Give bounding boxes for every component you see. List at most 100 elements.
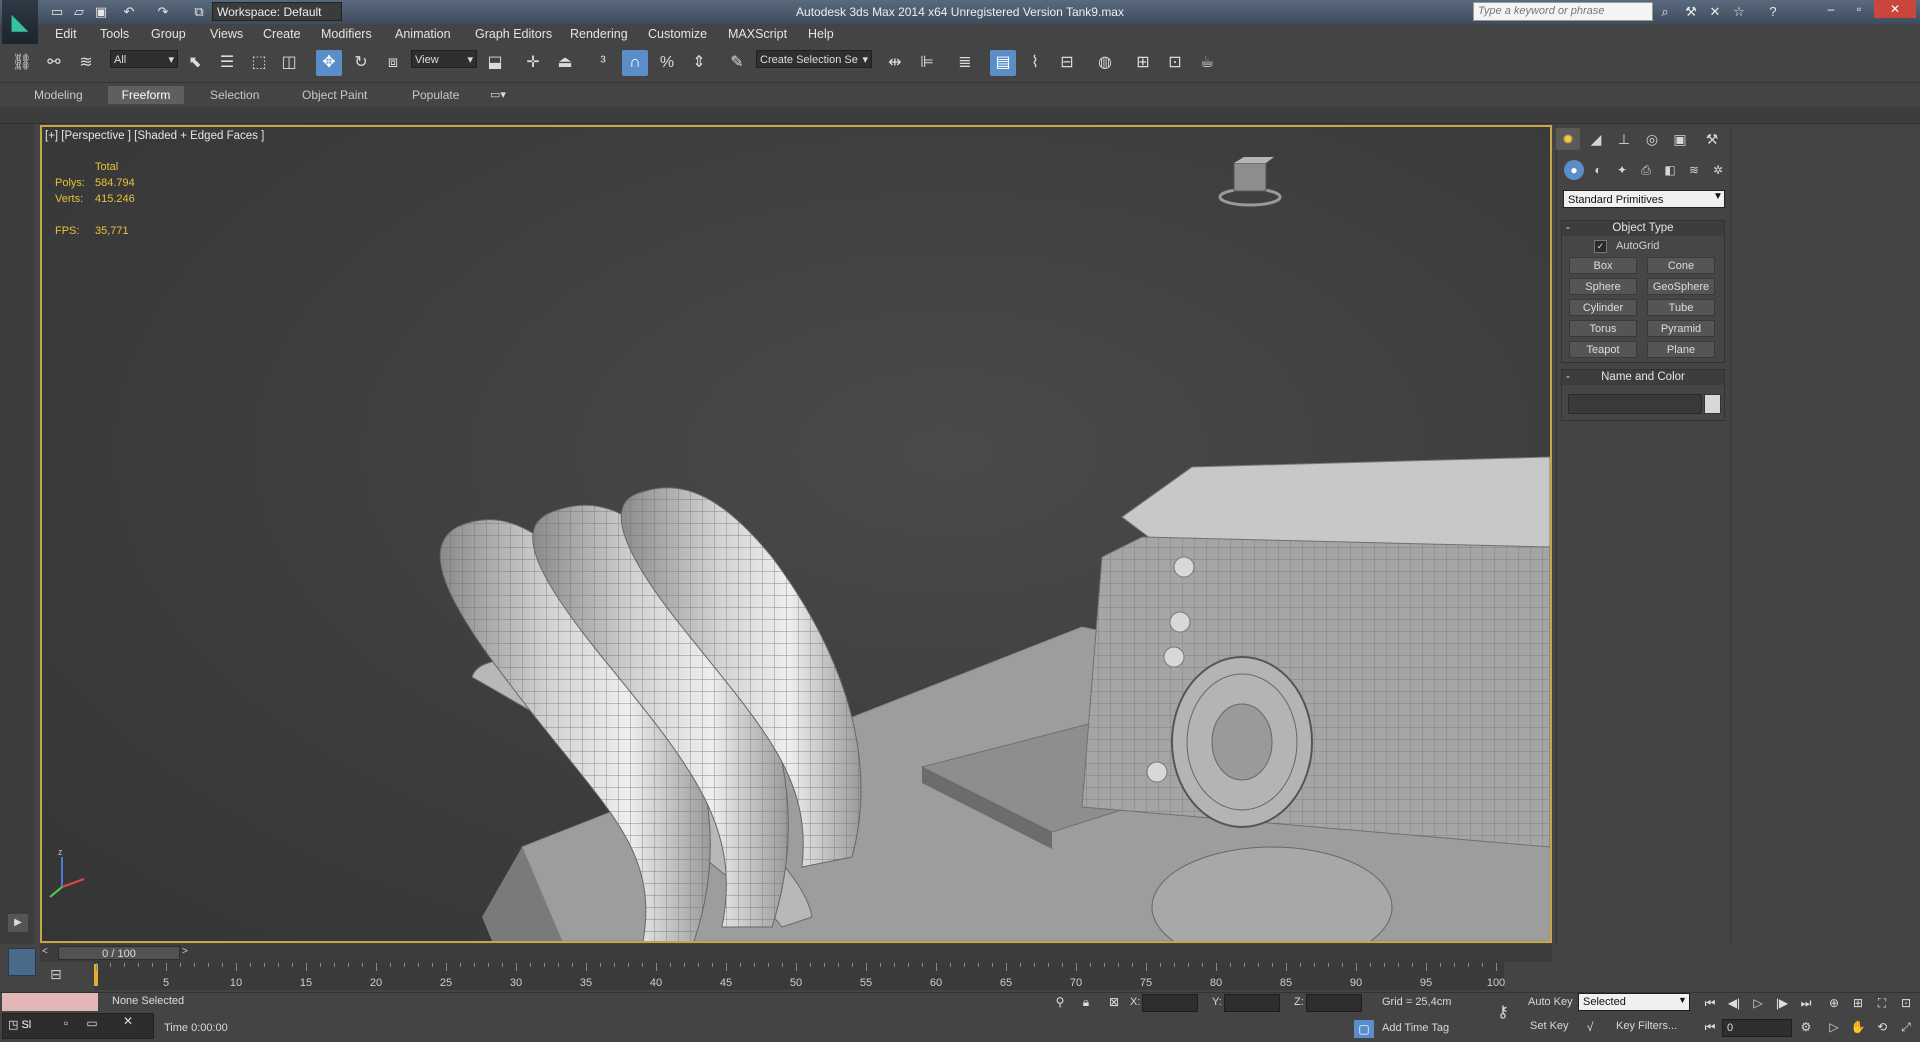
menu-tools[interactable]: Tools (100, 24, 129, 44)
time-slider-thumb[interactable]: 0 / 100 (58, 946, 180, 960)
pivot-center-icon[interactable]: ⬓ (482, 50, 508, 76)
mirror-icon[interactable]: ⇹ (882, 50, 908, 76)
pyramid-button[interactable]: Pyramid (1647, 320, 1715, 337)
favorites-star-icon[interactable]: ☆ (1730, 3, 1748, 21)
tab-populate[interactable]: Populate (404, 86, 467, 104)
key-mode-dropdown[interactable]: Selected (1578, 993, 1690, 1011)
display-tab-icon[interactable]: ▣ (1668, 128, 1692, 150)
material-editor-icon[interactable]: ◍ (1092, 50, 1118, 76)
maxscript-listener-pink[interactable] (2, 993, 98, 1011)
render-production-icon[interactable]: ☕ (1194, 50, 1220, 76)
help-icon[interactable]: ? (1764, 3, 1782, 21)
sphere-button[interactable]: Sphere (1569, 278, 1637, 295)
go-to-start-icon[interactable]: ⏮ (1700, 994, 1720, 1012)
expand-layout-icon[interactable]: ▶ (8, 914, 28, 932)
box-button[interactable]: Box (1569, 257, 1637, 274)
motion-tab-icon[interactable]: ◎ (1640, 128, 1664, 150)
keyboard-shortcut-override-icon[interactable]: ⏏ (552, 50, 578, 76)
time-tag-icon[interactable]: ▢ (1354, 1020, 1374, 1038)
close-button[interactable]: ✕ (1874, 0, 1916, 18)
torus-button[interactable]: Torus (1569, 320, 1637, 337)
field-of-view-icon[interactable]: ▷ (1824, 1018, 1844, 1036)
next-frame-button-icon[interactable]: |▶ (1772, 994, 1792, 1012)
object-name-input[interactable] (1568, 394, 1702, 414)
select-and-rotate-icon[interactable]: ↻ (348, 50, 374, 76)
cameras-icon[interactable]: ⎙ (1636, 160, 1656, 180)
select-and-link-icon[interactable]: ⛓ (9, 50, 35, 76)
maximize-viewport-icon[interactable]: ⤢ (1896, 1018, 1916, 1036)
time-slider-track[interactable] (40, 944, 1552, 962)
shapes-icon[interactable]: ◐ (1588, 160, 1608, 180)
isolate-icon[interactable]: ⚲ (1050, 993, 1070, 1011)
script-listener-tab[interactable]: ◳ Sl (8, 1018, 31, 1031)
tab-freeform[interactable]: Freeform (108, 86, 184, 104)
subscription-icon[interactable]: ⚒ (1682, 3, 1700, 21)
y-coordinate-field[interactable] (1224, 994, 1280, 1012)
add-time-tag[interactable]: Add Time Tag (1382, 1022, 1449, 1034)
named-selection-dropdown[interactable]: Create Selection Se (756, 50, 872, 69)
pan-view-icon[interactable]: ✋ (1848, 1018, 1868, 1036)
search-input[interactable]: Type a keyword or phrase (1473, 2, 1653, 21)
systems-icon[interactable]: ✲ (1708, 160, 1728, 180)
absolute-mode-icon[interactable]: ⊠ (1104, 993, 1124, 1011)
geometry-icon[interactable]: ● (1564, 160, 1584, 180)
previous-frame-icon[interactable]: ◀| (1724, 994, 1744, 1012)
layer-explorer-icon[interactable]: ≣ (952, 50, 978, 76)
prev-frame-icon[interactable]: < (42, 946, 48, 957)
menu-help[interactable]: Help (808, 24, 834, 44)
play-icon[interactable]: ▷ (1748, 994, 1768, 1012)
utilities-tab-icon[interactable]: ⚒ (1700, 128, 1724, 150)
menu-graph-editors[interactable]: Graph Editors (475, 24, 552, 44)
rendered-frame-window-icon[interactable]: ⊡ (1162, 50, 1188, 76)
zoom-extents-icon[interactable]: ⛶ (1872, 994, 1892, 1012)
z-coordinate-field[interactable] (1306, 994, 1362, 1012)
curve-editor-icon[interactable]: ⌇ (1022, 50, 1048, 76)
binoculars-icon[interactable]: ⌕ (1656, 3, 1674, 21)
menu-create[interactable]: Create (263, 24, 301, 44)
current-frame-field[interactable]: 0 (1722, 1019, 1792, 1037)
create-tab-icon[interactable]: ✹ (1556, 128, 1580, 150)
ribbon-toggle-icon[interactable]: ▭▾ (490, 88, 510, 102)
helpers-icon[interactable]: ◧ (1660, 160, 1680, 180)
window-crossing-icon[interactable]: ◫ (276, 50, 302, 76)
lock-selection-icon[interactable]: 🔒︎ (1076, 993, 1096, 1011)
maximize-small-icon[interactable]: ▭ (82, 1014, 102, 1032)
teapot-button[interactable]: Teapot (1569, 341, 1637, 358)
schematic-view-icon[interactable]: ⊟ (1054, 50, 1080, 76)
curve-editor-mini-icon[interactable]: ⊟ (50, 966, 70, 986)
tube-button[interactable]: Tube (1647, 299, 1715, 316)
object-type-header[interactable]: - Object Type (1562, 221, 1724, 236)
zoom-all-icon[interactable]: ⊞ (1848, 994, 1868, 1012)
key-mode-toggle-icon[interactable]: ⏮ (1700, 1018, 1720, 1036)
angle-snap-icon[interactable]: ∩ (622, 50, 648, 76)
select-manipulate-icon[interactable]: ✛ (520, 50, 546, 76)
cylinder-button[interactable]: Cylinder (1569, 299, 1637, 316)
time-config-icon[interactable]: ⚙ (1796, 1018, 1816, 1036)
render-setup-icon[interactable]: ⊞ (1130, 50, 1156, 76)
close-small-icon[interactable]: ✕ (118, 1012, 138, 1030)
menu-modifiers[interactable]: Modifiers (321, 24, 372, 44)
hierarchy-tab-icon[interactable]: ⊥ (1612, 128, 1636, 150)
unlink-icon[interactable]: ⚯ (41, 50, 67, 76)
menu-views[interactable]: Views (210, 24, 243, 44)
selection-filter-dropdown[interactable]: All (110, 50, 178, 69)
space-warps-icon[interactable]: ≋ (1684, 160, 1704, 180)
next-frame-icon[interactable]: > (182, 946, 188, 957)
restore-icon[interactable]: ▫ (56, 1014, 76, 1032)
edit-named-selection-icon[interactable]: ✎ (724, 50, 750, 76)
select-object-icon[interactable]: ⬉ (182, 50, 208, 76)
perspective-viewport[interactable]: z (40, 125, 1552, 943)
mini-listener-icon[interactable] (8, 948, 36, 976)
orbit-icon[interactable]: ⟲ (1872, 1018, 1892, 1036)
lights-icon[interactable]: ✦ (1612, 160, 1632, 180)
menu-edit[interactable]: Edit (55, 24, 77, 44)
menu-animation[interactable]: Animation (395, 24, 451, 44)
snaps-toggle-icon[interactable]: ³ (590, 50, 616, 76)
maximize-button[interactable]: ▫ (1846, 0, 1872, 18)
go-to-end-icon[interactable]: ⏭ (1796, 994, 1816, 1012)
minimize-button[interactable]: – (1818, 0, 1844, 18)
menu-customize[interactable]: Customize (648, 24, 707, 44)
set-key-button[interactable]: Set Key (1530, 1020, 1569, 1032)
cone-button[interactable]: Cone (1647, 257, 1715, 274)
x-coordinate-field[interactable] (1142, 994, 1198, 1012)
